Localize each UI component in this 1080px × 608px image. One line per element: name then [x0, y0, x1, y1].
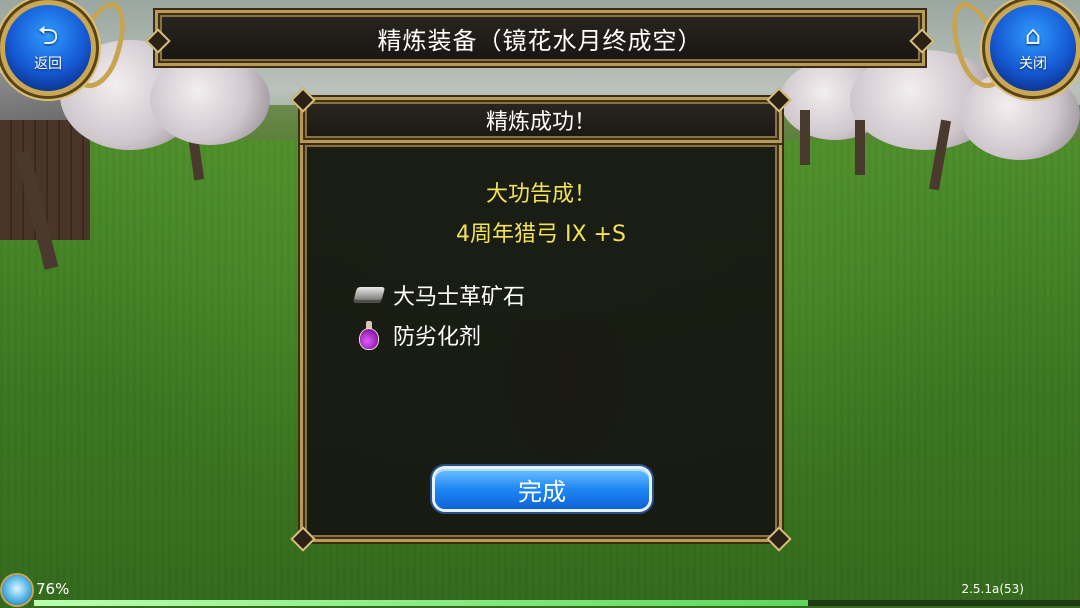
done-button[interactable]: 完成 — [435, 469, 649, 509]
home-icon: ⌂ — [1024, 21, 1042, 51]
battery-orb-icon — [2, 575, 32, 605]
material-item: 大马士革矿石 — [352, 279, 526, 311]
ore-ingot-icon — [352, 281, 387, 309]
material-item: 防劣化剂 — [353, 319, 481, 351]
tree-trunk — [800, 110, 810, 165]
back-button-label: 返回 — [34, 56, 62, 72]
dialog-header: 精炼成功！ — [290, 87, 792, 143]
version-label: 2.5.1a(53) — [961, 582, 1024, 596]
material-name: 大马士革矿石 — [393, 285, 526, 310]
potion-icon — [353, 321, 387, 349]
result-dialog: 大功告成！ 4周年猎弓 IX +S 大马士革矿石 防劣化剂 完成 — [290, 140, 792, 552]
page-title: 精炼装备（镜花水月终成空） — [377, 26, 703, 55]
battery-percent: 76% — [36, 580, 70, 598]
dialog-title: 精炼成功！ — [485, 110, 596, 135]
experience-bar-fill — [34, 600, 809, 606]
close-button[interactable]: ⌂ 关闭 — [990, 5, 1076, 91]
refined-item-name: 4周年猎弓 IX +S — [456, 222, 626, 247]
title-bar: 精炼装备（镜花水月终成空） — [145, 10, 935, 66]
material-name: 防劣化剂 — [393, 325, 482, 350]
experience-bar — [34, 600, 1080, 606]
tree-trunk — [855, 120, 865, 175]
blossom-tree — [150, 55, 270, 145]
back-button[interactable]: ⮌ 返回 — [5, 5, 91, 91]
back-arrow-icon: ⮌ — [37, 21, 59, 51]
close-button-label: 关闭 — [1019, 56, 1047, 72]
success-headline: 大功告成！ — [485, 182, 596, 207]
